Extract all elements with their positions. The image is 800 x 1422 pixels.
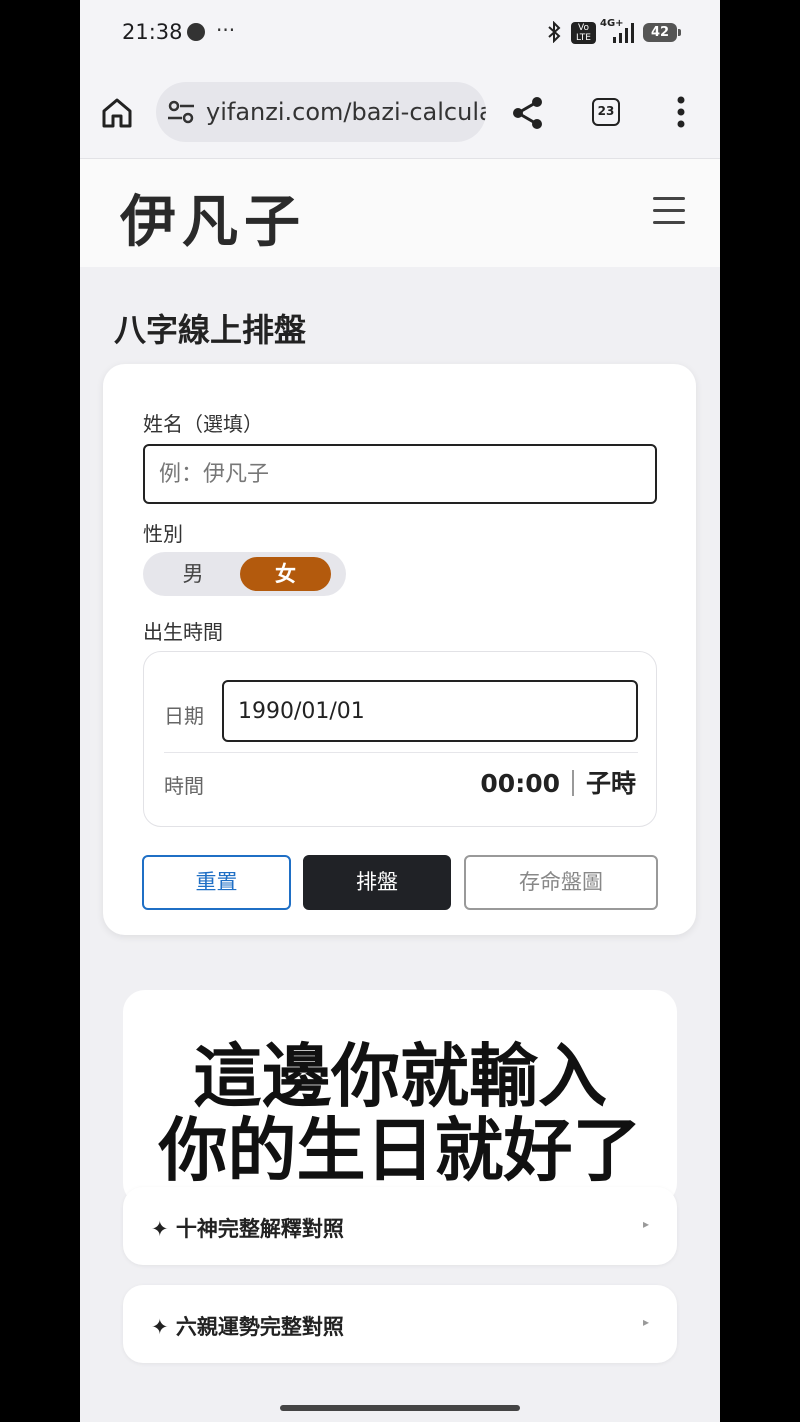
caption-line-1: 這邊你就輸入	[193, 1037, 607, 1117]
notification-icon	[187, 23, 205, 41]
tune-icon[interactable]	[168, 100, 194, 124]
more-notifications-icon: ···	[216, 18, 236, 42]
url-text[interactable]: yifanzi.com/bazi-calcula	[206, 98, 486, 126]
name-label: 姓名（選填）	[143, 412, 263, 436]
divider	[164, 752, 638, 753]
hamburger-menu-icon[interactable]	[653, 197, 685, 225]
battery-icon: 42	[643, 23, 681, 42]
home-indicator[interactable]	[280, 1405, 520, 1411]
volte-icon: Vo LTE	[571, 22, 596, 44]
video-caption: 這邊你就輸入 你的生日就好了	[80, 1040, 720, 1188]
address-bar[interactable]: yifanzi.com/bazi-calcula	[156, 82, 486, 142]
gender-label: 性別	[143, 522, 183, 546]
gender-toggle[interactable]: 男 女	[143, 552, 346, 596]
gender-option-female[interactable]: 女	[240, 557, 331, 591]
time-branch: 子時	[585, 769, 636, 798]
tabs-icon[interactable]: 23	[592, 98, 620, 126]
time-value: 00:00	[480, 769, 560, 798]
calculate-button[interactable]: 排盤	[303, 855, 451, 910]
share-icon[interactable]	[512, 96, 544, 130]
expand-arrow-icon: ▸	[642, 1315, 649, 1329]
save-chart-button[interactable]: 存命盤圖	[464, 855, 658, 910]
status-time: 21:38	[122, 20, 183, 44]
accordion-six-relatives[interactable]: ✦ 六親運勢完整對照 ▸	[123, 1285, 677, 1363]
birth-time-box: 日期 時間 00:00 子時	[143, 651, 657, 827]
phone-screen: 21:38 ··· Vo LTE 4G+ 42 yifanzi.com/bazi…	[80, 0, 720, 1422]
expand-arrow-icon: ▸	[642, 1217, 649, 1231]
date-input[interactable]	[222, 680, 638, 742]
bazi-form-card: 姓名（選填） 性別 男 女 出生時間 日期 時間 00:00 子時 重置 排盤 存…	[103, 364, 696, 935]
time-label: 時間	[164, 774, 204, 798]
site-logo[interactable]: 伊凡子	[120, 177, 306, 258]
date-label: 日期	[164, 704, 204, 728]
time-picker[interactable]: 00:00 子時	[480, 764, 636, 800]
accordion-title: ✦ 六親運勢完整對照	[151, 1315, 344, 1339]
birth-time-label: 出生時間	[143, 620, 223, 644]
caption-line-2: 你的生日就好了	[158, 1111, 642, 1191]
home-icon[interactable]	[100, 96, 134, 130]
page-title: 八字線上排盤	[114, 311, 307, 349]
accordion-title: ✦ 十神完整解釋對照	[151, 1217, 344, 1241]
more-vert-icon[interactable]	[676, 96, 686, 128]
name-input[interactable]	[143, 444, 657, 504]
gender-option-male[interactable]: 男	[143, 552, 243, 596]
accordion-ten-gods[interactable]: ✦ 十神完整解釋對照 ▸	[123, 1187, 677, 1265]
bluetooth-icon	[547, 20, 561, 48]
browser-toolbar: yifanzi.com/bazi-calcula 23	[80, 66, 720, 159]
time-separator	[571, 770, 574, 796]
signal-icon	[613, 23, 634, 43]
site-header: 伊凡子	[80, 159, 720, 267]
reset-button[interactable]: 重置	[142, 855, 291, 910]
status-bar: 21:38 ··· Vo LTE 4G+ 42	[80, 0, 720, 66]
